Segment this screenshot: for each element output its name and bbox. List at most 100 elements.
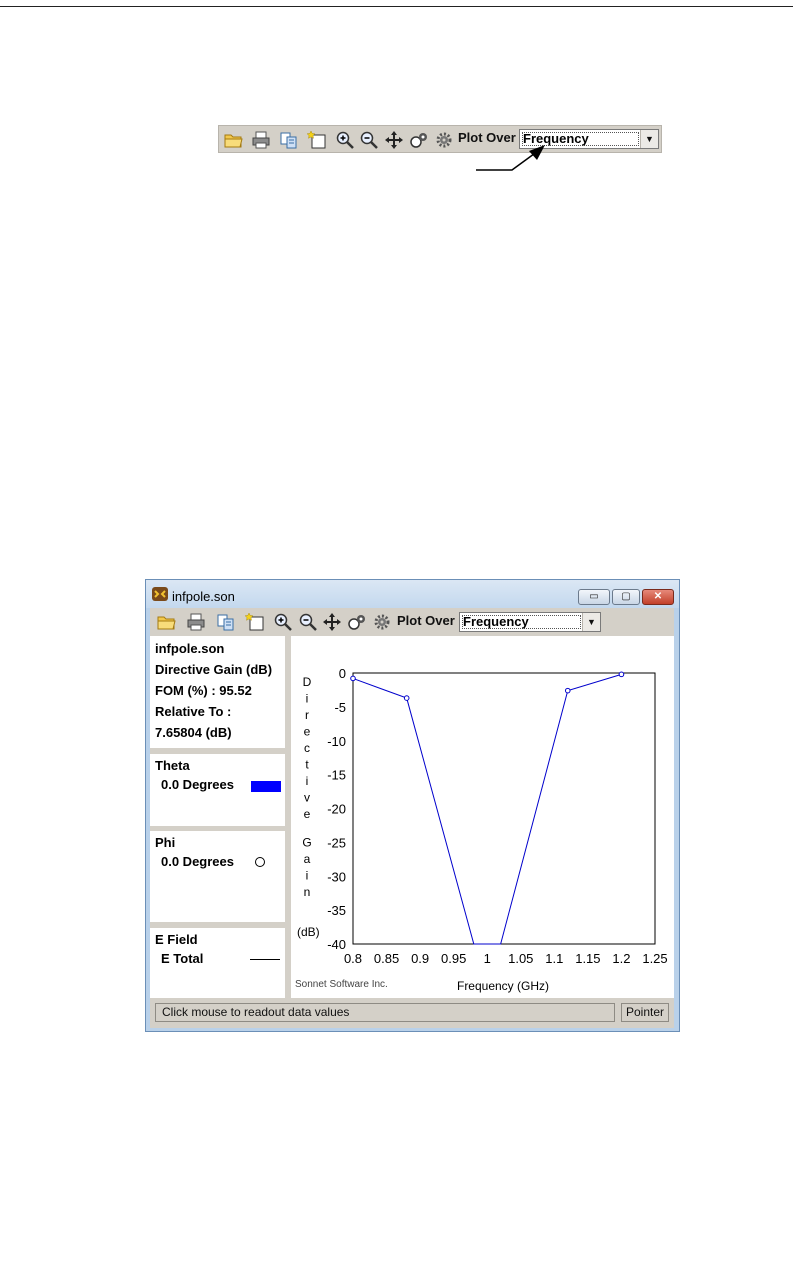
settings-icon[interactable] [409, 130, 429, 150]
pan-icon[interactable] [322, 612, 342, 632]
efield-item: E Total [161, 951, 204, 966]
phi-panel[interactable]: Phi 0.0 Degrees [150, 831, 285, 922]
window-client: infpole.son Directive Gain (dB) FOM (%) … [150, 636, 674, 998]
window-toolbar: Plot Over Frequency ▼ [150, 608, 674, 636]
app-icon [152, 587, 168, 601]
print-icon[interactable] [186, 612, 206, 632]
plot-over-value: Frequency [463, 614, 529, 629]
zoom-in-icon[interactable] [335, 130, 355, 150]
copy-icon[interactable] [279, 130, 299, 150]
plot-over-select[interactable]: Frequency ▼ [459, 612, 601, 632]
y-tick-label: -40 [327, 937, 346, 952]
status-message: Click mouse to readout data values [155, 1003, 615, 1022]
y-tick-label: 0 [339, 666, 346, 681]
y-tick-label: -30 [327, 869, 346, 884]
chevron-down-icon[interactable]: ▼ [582, 613, 600, 631]
y-axis-label-letter: v [304, 791, 310, 805]
y-axis-label-letter: i [306, 774, 309, 788]
y-axis-label-letter: i [306, 692, 309, 706]
new-graph-icon[interactable] [245, 612, 265, 632]
x-tick-label: 1.2 [612, 951, 630, 966]
y-tick-label: -15 [327, 768, 346, 783]
y-axis-label-letter: c [304, 741, 310, 755]
x-tick-label: 0.8 [344, 951, 362, 966]
minimize-button[interactable]: ▭ [578, 589, 610, 605]
y-tick-label: -25 [327, 835, 346, 850]
status-bar: Click mouse to readout data values Point… [150, 998, 674, 1028]
y-axis-label-letter: a [304, 852, 311, 866]
plot-over-label: Plot Over [397, 613, 455, 628]
series-line [352, 673, 622, 945]
x-tick-label: 0.9 [411, 951, 429, 966]
directive-gain-chart[interactable]: DirectiveGain (dB) 0-5-10-15-20-25-30-35… [291, 636, 674, 998]
info-file: infpole.son [155, 641, 225, 656]
copy-icon[interactable] [216, 612, 236, 632]
plot-over-value: Frequency [523, 131, 589, 146]
y-tick-label: -35 [327, 903, 346, 918]
y-axis-label-letter: n [304, 885, 311, 899]
graph-window: infpole.son ▭ ▢ ✕ Plot Over Frequency ▼ … [145, 579, 680, 1032]
open-folder-icon[interactable] [223, 130, 243, 150]
print-icon[interactable] [251, 130, 271, 150]
y-tick-label: -10 [327, 734, 346, 749]
info-relative-label: Relative To : [155, 704, 232, 719]
new-graph-icon[interactable] [307, 130, 327, 150]
y-axis-label: DirectiveGain [302, 675, 311, 899]
x-axis-label: Frequency (GHz) [457, 979, 549, 993]
info-panel: infpole.son Directive Gain (dB) FOM (%) … [150, 636, 285, 748]
x-tick-label: 0.95 [441, 951, 466, 966]
x-tick-label: 1.1 [545, 951, 563, 966]
theta-item: 0.0 Degrees [161, 777, 234, 792]
y-axis-label-letter: r [305, 708, 309, 722]
window-titlebar[interactable]: infpole.son ▭ ▢ ✕ [146, 580, 679, 608]
chevron-down-icon[interactable]: ▼ [640, 130, 658, 148]
gear-icon[interactable] [434, 130, 454, 150]
y-tick-label: -5 [334, 700, 346, 715]
pointer-mode-button[interactable]: Pointer [621, 1003, 669, 1022]
toolbar-figure: Plot Over Frequency ▼ [218, 125, 662, 153]
zoom-out-icon[interactable] [359, 130, 379, 150]
efield-title: E Field [155, 932, 198, 947]
callout-arrow [476, 145, 545, 171]
zoom-out-icon[interactable] [298, 612, 318, 632]
data-point[interactable] [403, 695, 410, 701]
y-axis-label-letter: e [304, 725, 311, 739]
x-tick-label: 1.15 [575, 951, 600, 966]
phi-item: 0.0 Degrees [161, 854, 234, 869]
info-fom: FOM (%) : 95.52 [155, 683, 252, 698]
efield-panel[interactable]: E Field E Total [150, 928, 285, 998]
theta-title: Theta [155, 758, 190, 773]
solid-line-icon [250, 959, 280, 960]
y-tick-label: -20 [327, 802, 346, 817]
close-button[interactable]: ✕ [642, 589, 674, 605]
y-axis-label-letter: e [304, 807, 311, 821]
open-folder-icon[interactable] [156, 612, 176, 632]
x-tick-label: 1.25 [642, 951, 667, 966]
y-axis-label-letter: t [305, 758, 309, 772]
x-tick-label: 0.85 [374, 951, 399, 966]
y-axis-label-letter: D [303, 675, 312, 689]
data-point[interactable] [618, 671, 625, 678]
theta-color-swatch [251, 781, 281, 792]
info-quantity: Directive Gain (dB) [155, 662, 273, 677]
data-point[interactable] [564, 687, 571, 694]
y-axis-unit: (dB) [297, 925, 320, 939]
theta-panel[interactable]: Theta 0.0 Degrees [150, 754, 285, 826]
graph-area[interactable]: DirectiveGain (dB) 0 -5 -10 -15 -20 -25 -30 -35… [291, 636, 674, 998]
page-top-rule [0, 6, 793, 7]
x-tick-label: 1 [484, 951, 491, 966]
y-axis-label-letter: G [302, 836, 311, 850]
plot-frame [352, 672, 656, 945]
settings-icon[interactable] [347, 612, 367, 632]
circle-marker-icon [255, 857, 265, 867]
data-point[interactable] [350, 675, 356, 682]
x-tick-label: 1.05 [508, 951, 533, 966]
watermark-text: Sonnet Software Inc. [295, 979, 388, 990]
pan-icon[interactable] [384, 130, 404, 150]
info-relative-value: 7.65804 (dB) [155, 725, 232, 740]
phi-title: Phi [155, 835, 176, 850]
window-title: infpole.son [172, 589, 235, 604]
maximize-button[interactable]: ▢ [612, 589, 640, 605]
zoom-in-icon[interactable] [273, 612, 293, 632]
gear-icon[interactable] [372, 612, 392, 632]
